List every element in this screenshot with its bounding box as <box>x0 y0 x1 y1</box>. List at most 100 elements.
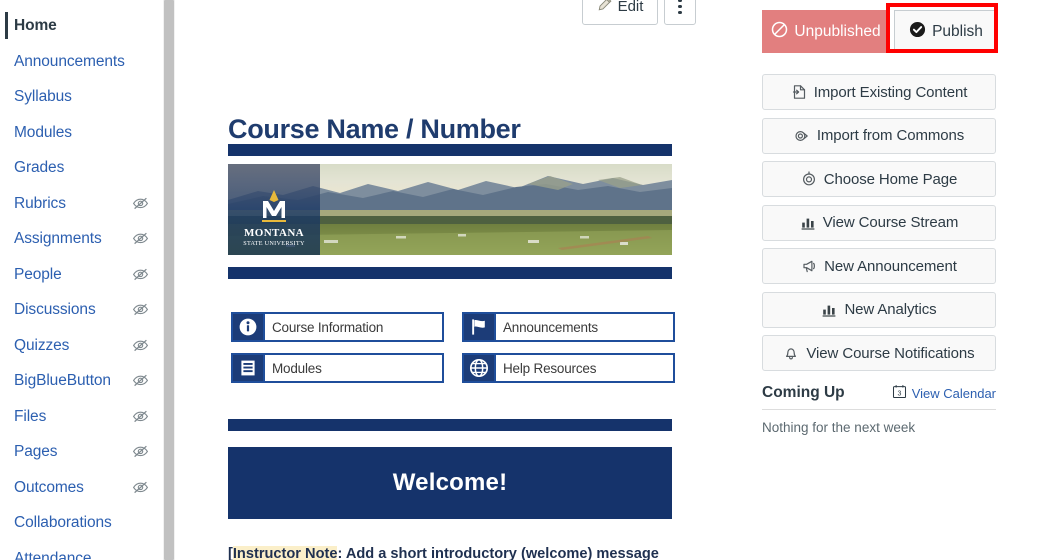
kebab-menu-icon <box>678 0 682 15</box>
sidebar-item-grades[interactable]: Grades <box>0 150 163 186</box>
sidebar-item-people[interactable]: People <box>0 257 163 293</box>
list-document-icon <box>238 358 258 378</box>
tile-announcements[interactable]: Announcements <box>462 312 675 342</box>
tile-modules[interactable]: Modules <box>231 353 444 383</box>
publish-label: Publish <box>932 22 983 40</box>
sidebar-item-label: Home <box>14 17 57 34</box>
sidebar-item-label: Announcements <box>14 52 125 70</box>
sidebar-button-label: View Course Notifications <box>806 344 975 362</box>
view-course-stream-button[interactable]: View Course Stream <box>762 204 996 241</box>
edit-button-label: Edit <box>617 0 644 15</box>
sidebar-item-files[interactable]: Files <box>0 399 163 435</box>
more-options-button[interactable] <box>664 0 696 25</box>
svg-text:3: 3 <box>897 390 901 397</box>
sidebar-item-label: Syllabus <box>14 88 72 105</box>
tile-label: Course Information <box>263 314 442 340</box>
calendar-icon: 3 <box>892 384 907 402</box>
sidebar-item-bigbluebutton[interactable]: BigBlueButton <box>0 363 163 399</box>
sidebar-item-announcements[interactable]: Announcements <box>0 44 163 80</box>
eye-slash-icon <box>132 372 149 389</box>
sidebar-item-label: Outcomes <box>14 478 84 496</box>
navy-divider-bar-middle <box>228 267 672 279</box>
tile-label: Modules <box>263 355 442 381</box>
coming-up-empty-text: Nothing for the next week <box>762 420 916 435</box>
sidebar-item-modules[interactable]: Modules <box>0 115 163 151</box>
tile-icon-wrap <box>233 355 263 381</box>
pencil-icon <box>597 0 612 16</box>
bar-chart-icon <box>800 215 816 231</box>
instructor-note: [Instructor Note: Add a short introducto… <box>228 543 680 560</box>
view-calendar-label: View Calendar <box>911 385 996 401</box>
import-existing-content-button[interactable]: Import Existing Content <box>762 74 996 110</box>
coming-up-title: Coming Up <box>762 384 845 401</box>
new-announcement-button[interactable]: New Announcement <box>762 248 996 284</box>
sidebar-item-collaborations[interactable]: Collaborations <box>0 505 163 541</box>
flag-icon <box>469 317 489 337</box>
check-circle-icon <box>909 21 926 43</box>
canvas-page: Home Announcements Syllabus Modules Grades Ru… <box>0 0 1039 560</box>
sidebar-item-quizzes[interactable]: Quizzes <box>0 328 163 364</box>
main-content: Edit Course Name / Number MONTANA STATE … <box>176 0 740 560</box>
view-calendar-link[interactable]: 3 View Calendar <box>892 384 996 402</box>
quick-link-tiles: Course Information Announcements Modules He… <box>231 312 675 383</box>
sidebar-item-attendance[interactable]: Attendance <box>0 541 163 560</box>
tile-icon-wrap <box>464 355 494 381</box>
course-banner-image: MONTANA STATE UNIVERSITY <box>228 164 672 255</box>
course-home-sidebar: Unpublished Publish Import Existing Cont… <box>760 0 1012 560</box>
sidebar-item-rubrics[interactable]: Rubrics <box>0 186 163 222</box>
instructor-note-highlight: Instructor Note <box>232 545 338 560</box>
choose-home-page-button[interactable]: Choose Home Page <box>762 161 996 197</box>
sidebar-item-label: People <box>14 265 62 283</box>
import-from-commons-button[interactable]: Import from Commons <box>762 117 996 154</box>
publish-button[interactable]: Publish <box>894 10 998 53</box>
page-actions-toolbar: Edit <box>582 0 696 25</box>
sidebar-item-home[interactable]: Home <box>0 8 163 44</box>
page-title: Course Name / Number <box>228 114 521 145</box>
sidebar-item-syllabus[interactable]: Syllabus <box>0 79 163 115</box>
view-course-notifications-button[interactable]: View Course Notifications <box>762 335 996 371</box>
import-content-icon <box>791 84 807 100</box>
target-icon <box>801 171 817 187</box>
banner-logo-line1: MONTANA <box>244 227 304 239</box>
sidebar-button-label: New Analytics <box>844 301 937 318</box>
sidebar-item-label: Rubrics <box>14 194 66 212</box>
sidebar-item-discussions[interactable]: Discussions <box>0 292 163 328</box>
sidebar-item-label: Attendance <box>14 549 92 560</box>
tile-label: Help Resources <box>494 355 673 381</box>
tile-course-information[interactable]: Course Information <box>231 312 444 342</box>
unpublished-status-button[interactable]: Unpublished <box>762 10 890 53</box>
sidebar-item-outcomes[interactable]: Outcomes <box>0 470 163 506</box>
sidebar-item-label: Modules <box>14 123 72 141</box>
no-entry-icon <box>771 21 788 43</box>
sidebar-button-label: New Announcement <box>824 257 957 275</box>
navy-divider-bar-top <box>228 144 672 156</box>
sidebar-item-label: Pages <box>14 443 58 460</box>
globe-icon <box>469 358 489 378</box>
welcome-banner: Welcome! <box>228 447 672 519</box>
nav-scrollbar-thumb[interactable] <box>164 0 174 560</box>
tile-icon-wrap <box>464 314 494 340</box>
sidebar-item-assignments[interactable]: Assignments <box>0 221 163 257</box>
edit-button[interactable]: Edit <box>582 0 658 25</box>
eye-slash-icon <box>132 195 149 212</box>
publish-status-group: Unpublished Publish <box>762 10 998 53</box>
sidebar-button-label: Import from Commons <box>816 127 965 144</box>
sidebar-item-pages[interactable]: Pages <box>0 434 163 470</box>
eye-slash-icon <box>132 479 149 496</box>
bell-icon <box>783 345 799 361</box>
banner-logo-line2: STATE UNIVERSITY <box>243 240 305 247</box>
unpublished-label: Unpublished <box>794 22 881 40</box>
instructor-note-body: : Add a short introductory (welcome) mes… <box>337 545 659 560</box>
bar-chart-icon <box>821 302 837 318</box>
tile-help-resources[interactable]: Help Resources <box>462 353 675 383</box>
tile-icon-wrap <box>233 314 263 340</box>
commons-icon <box>794 128 810 144</box>
eye-slash-icon <box>132 408 149 425</box>
welcome-heading: Welcome! <box>392 469 508 496</box>
new-analytics-button[interactable]: New Analytics <box>762 291 996 328</box>
sidebar-button-label: Choose Home Page <box>823 170 958 188</box>
eye-slash-icon <box>132 337 149 354</box>
eye-slash-icon <box>132 230 149 247</box>
sidebar-item-label: BigBlueButton <box>14 372 111 389</box>
sidebar-item-label: Files <box>14 407 47 425</box>
